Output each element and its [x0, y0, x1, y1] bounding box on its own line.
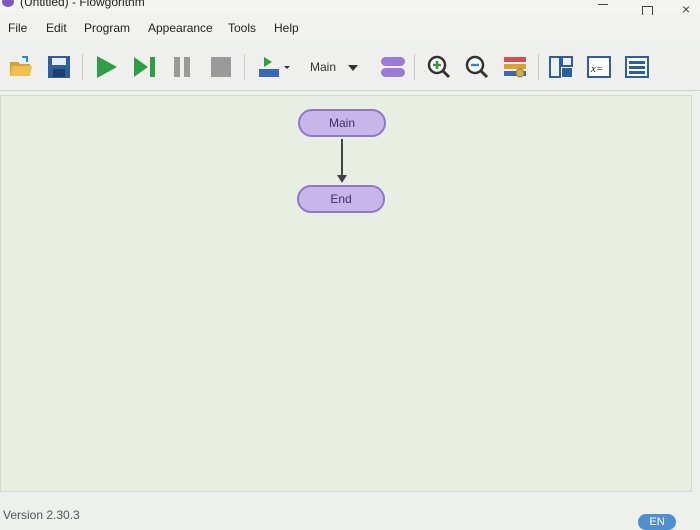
zoom-out-icon[interactable]	[464, 54, 490, 80]
open-folder-icon[interactable]	[8, 54, 34, 80]
run-icon[interactable]	[94, 54, 120, 80]
main-node[interactable]: Main	[298, 109, 386, 137]
flow-connector[interactable]	[341, 139, 343, 177]
save-disk-icon[interactable]	[46, 54, 72, 80]
source-code-icon[interactable]	[624, 54, 650, 80]
flowchart-canvas[interactable]: Main End	[0, 95, 692, 492]
toolbar-separator	[414, 54, 415, 80]
menu-edit[interactable]: Edit	[46, 21, 67, 35]
toolbar-separator	[82, 54, 83, 80]
toolbar-separator	[538, 54, 539, 80]
title-bar: (Untitled) - Flowgorithm ×	[0, 0, 700, 17]
toolbar: Main x=	[0, 44, 700, 91]
language-badge[interactable]: EN	[638, 514, 676, 530]
output-console-icon[interactable]	[548, 54, 574, 80]
menu-tools[interactable]: Tools	[228, 21, 256, 35]
pause-icon[interactable]	[170, 54, 196, 80]
menu-file[interactable]: File	[8, 21, 27, 35]
menu-program[interactable]: Program	[84, 21, 130, 35]
menu-appearance[interactable]: Appearance	[148, 21, 213, 35]
run-speed-icon[interactable]	[256, 54, 292, 80]
stop-icon[interactable]	[208, 54, 234, 80]
arrow-down-icon	[337, 175, 347, 183]
svg-text:x=: x=	[590, 63, 603, 75]
zoom-in-icon[interactable]	[426, 54, 452, 80]
step-icon[interactable]	[132, 54, 158, 80]
end-node[interactable]: End	[297, 185, 385, 213]
layout-icon[interactable]	[502, 54, 528, 80]
add-function-icon[interactable]	[380, 54, 406, 80]
function-select-value: Main	[310, 60, 337, 74]
version-label: Version 2.30.3	[3, 508, 80, 522]
menu-bar: File Edit Program Appearance Tools Help	[0, 15, 700, 41]
variable-watch-icon[interactable]: x=	[586, 54, 612, 80]
function-select[interactable]: Main	[304, 57, 368, 77]
status-bar: Version 2.30.3	[0, 500, 700, 530]
minimize-button[interactable]	[598, 4, 608, 5]
toolbar-separator	[244, 54, 245, 80]
chevron-down-icon	[348, 65, 358, 71]
menu-help[interactable]: Help	[274, 21, 299, 35]
flowgorithm-app-icon	[2, 0, 14, 7]
window-title: (Untitled) - Flowgorithm	[20, 0, 145, 9]
